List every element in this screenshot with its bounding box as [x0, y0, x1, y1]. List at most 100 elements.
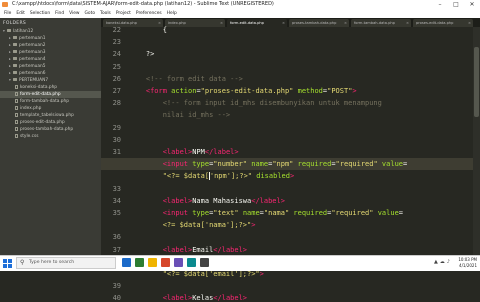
code-line[interactable]: "<?= $data['npm'];?>" disabled> [129, 172, 294, 181]
menu-preferences[interactable]: Preferences [136, 11, 162, 16]
sidebar-folder[interactable]: ▸ pertemuan5 [0, 63, 101, 70]
code-token: Email [192, 245, 214, 254]
menu-selection[interactable]: Selection [30, 11, 50, 16]
line-number: 36 [112, 233, 121, 242]
code-line[interactable]: nilai id_mhs --> [129, 111, 230, 119]
clock-time: 10:03 PM [458, 257, 477, 262]
menu-file[interactable]: File [4, 11, 11, 16]
sidebar-folder[interactable]: ▸ pertemuan2 [0, 42, 101, 49]
sidebar-file[interactable]: template_tabelsiswa.php [0, 112, 101, 119]
scrollbar-thumb[interactable] [474, 47, 479, 117]
tab-file[interactable]: proses-tambah-data.php × [289, 19, 349, 27]
taskbar-app-icon[interactable] [200, 258, 209, 267]
sidebar-folder[interactable]: ▾ PERTEMUAN7 [0, 77, 101, 84]
sidebar-folder[interactable]: ▸ pertemuan6 [0, 70, 101, 77]
code-line[interactable]: <label>NPM</label> [129, 148, 239, 156]
close-tab-icon[interactable]: × [344, 19, 347, 27]
folder-icon [13, 43, 17, 46]
file-icon [15, 98, 18, 103]
sidebar-folder[interactable]: ▸ pertemuan4 [0, 56, 101, 63]
code-line[interactable]: <form action="proses-edit-data.php" meth… [129, 87, 357, 95]
tab-label: proses-edit-data.php [416, 21, 454, 25]
sidebar-item-label: pertemuan3 [19, 50, 46, 55]
close-tab-icon[interactable]: × [282, 19, 285, 27]
sidebar-item-label: template_tabelsiswa.php [20, 113, 74, 118]
maximize-button[interactable]: □ [448, 0, 464, 9]
taskbar-search-box[interactable]: ⚲ Type here to search [16, 257, 116, 269]
search-placeholder: Type here to search [29, 260, 75, 265]
code-token: <input [129, 160, 193, 169]
close-window-button[interactable]: ✕ [464, 0, 480, 9]
code-token: name [251, 160, 269, 169]
sidebar-folder[interactable]: ▸ pertemuan1 [0, 35, 101, 42]
sidebar-file[interactable]: style.css [0, 133, 101, 140]
clock[interactable]: 10:03 PM 4/1/2021 [458, 257, 477, 270]
file-icon [15, 105, 18, 110]
close-tab-icon[interactable]: × [468, 19, 471, 27]
sidebar-file[interactable]: index.php [0, 105, 101, 112]
taskbar-app-icon[interactable] [122, 258, 131, 267]
taskbar-app-icon[interactable] [174, 258, 183, 267]
folder-icon [13, 71, 17, 74]
code-line[interactable]: <!-- form edit data --> [129, 75, 243, 83]
search-icon: ⚲ [20, 259, 25, 266]
system-tray-icons[interactable]: ▲☁♪ [434, 259, 452, 265]
tab-file[interactable]: form-tambah-data.php × [351, 19, 411, 27]
code-token: 'npm'];?>" [209, 172, 253, 181]
minimize-button[interactable]: – [432, 0, 448, 9]
code-token: </label> [204, 148, 239, 156]
code-line[interactable]: <!-- form input id_mhs disembunyikan unt… [129, 99, 382, 107]
code-line[interactable]: "<?= $data['email'];?>"> [129, 270, 264, 278]
code-line[interactable]: <label>Kelas</label> [129, 294, 247, 302]
menu-view[interactable]: View [69, 11, 79, 16]
code-line[interactable]: <input type="text" name="nama" required=… [129, 209, 403, 217]
sidebar-item-label: style.css [20, 134, 39, 139]
taskbar-app-icon[interactable] [187, 258, 196, 267]
sidebar-file[interactable]: proses-tambah-data.php [0, 126, 101, 133]
menu-help[interactable]: Help [167, 11, 177, 16]
file-icon [15, 133, 18, 138]
code-token: required [297, 160, 332, 169]
windows-start-button[interactable] [3, 259, 12, 268]
code-token: method [297, 87, 323, 95]
code-line[interactable]: <input type="number" name="npm" required… [129, 160, 408, 169]
tab-label: form-tambah-data.php [354, 21, 395, 25]
sidebar-file[interactable]: form-tambah-data.php [0, 98, 101, 105]
menu-edit[interactable]: Edit [16, 11, 25, 16]
sidebar-header: FOLDERS [3, 21, 27, 26]
folder-icon [13, 50, 17, 53]
code-line[interactable]: ?> [129, 50, 154, 58]
code-token: value [381, 160, 403, 169]
sidebar-folder[interactable]: ▸ pertemuan3 [0, 49, 101, 56]
code-token: = [403, 160, 408, 169]
code-line[interactable]: <?= $data['nama'];?>"> [129, 221, 256, 229]
code-line[interactable]: <label>Nama Mahasiswa</label> [129, 197, 285, 205]
taskbar-app-icon[interactable] [148, 258, 157, 267]
tab-file[interactable]: form-edit-data.php × [227, 19, 287, 27]
code-token: "text" [213, 209, 239, 217]
sidebar-file[interactable]: koneksi-data.php [0, 84, 101, 91]
code-line[interactable]: { [129, 26, 167, 34]
tab-file[interactable]: index.php × [165, 19, 225, 27]
line-number: 27 [112, 87, 121, 95]
tab-file[interactable]: proses-edit-data.php × [413, 19, 473, 27]
code-editor[interactable]: 22232425262728293031323334353637383940 {… [101, 26, 473, 302]
code-line[interactable]: <label>Email</label> [129, 246, 247, 254]
sidebar-folder[interactable]: ▾ latihan12 [0, 28, 101, 35]
code-token: = [398, 209, 404, 217]
code-token: { [129, 26, 167, 34]
line-number: 22 [112, 26, 121, 34]
folder-icon [13, 36, 17, 39]
vertical-scrollbar[interactable] [473, 27, 480, 255]
menu-project[interactable]: Project [116, 11, 131, 16]
sidebar-file[interactable]: proses-edit-data.php [0, 119, 101, 126]
close-tab-icon[interactable]: × [406, 19, 409, 27]
taskbar-app-icon[interactable] [135, 258, 144, 267]
menu-tools[interactable]: Tools [100, 11, 111, 16]
menu-find[interactable]: Find [55, 11, 64, 16]
close-tab-icon[interactable]: × [220, 19, 223, 27]
taskbar-apps [122, 258, 213, 269]
menu-goto[interactable]: Goto [85, 11, 96, 16]
sidebar-file[interactable]: form-edit-data.php [0, 91, 101, 98]
taskbar-app-icon[interactable] [161, 258, 170, 267]
